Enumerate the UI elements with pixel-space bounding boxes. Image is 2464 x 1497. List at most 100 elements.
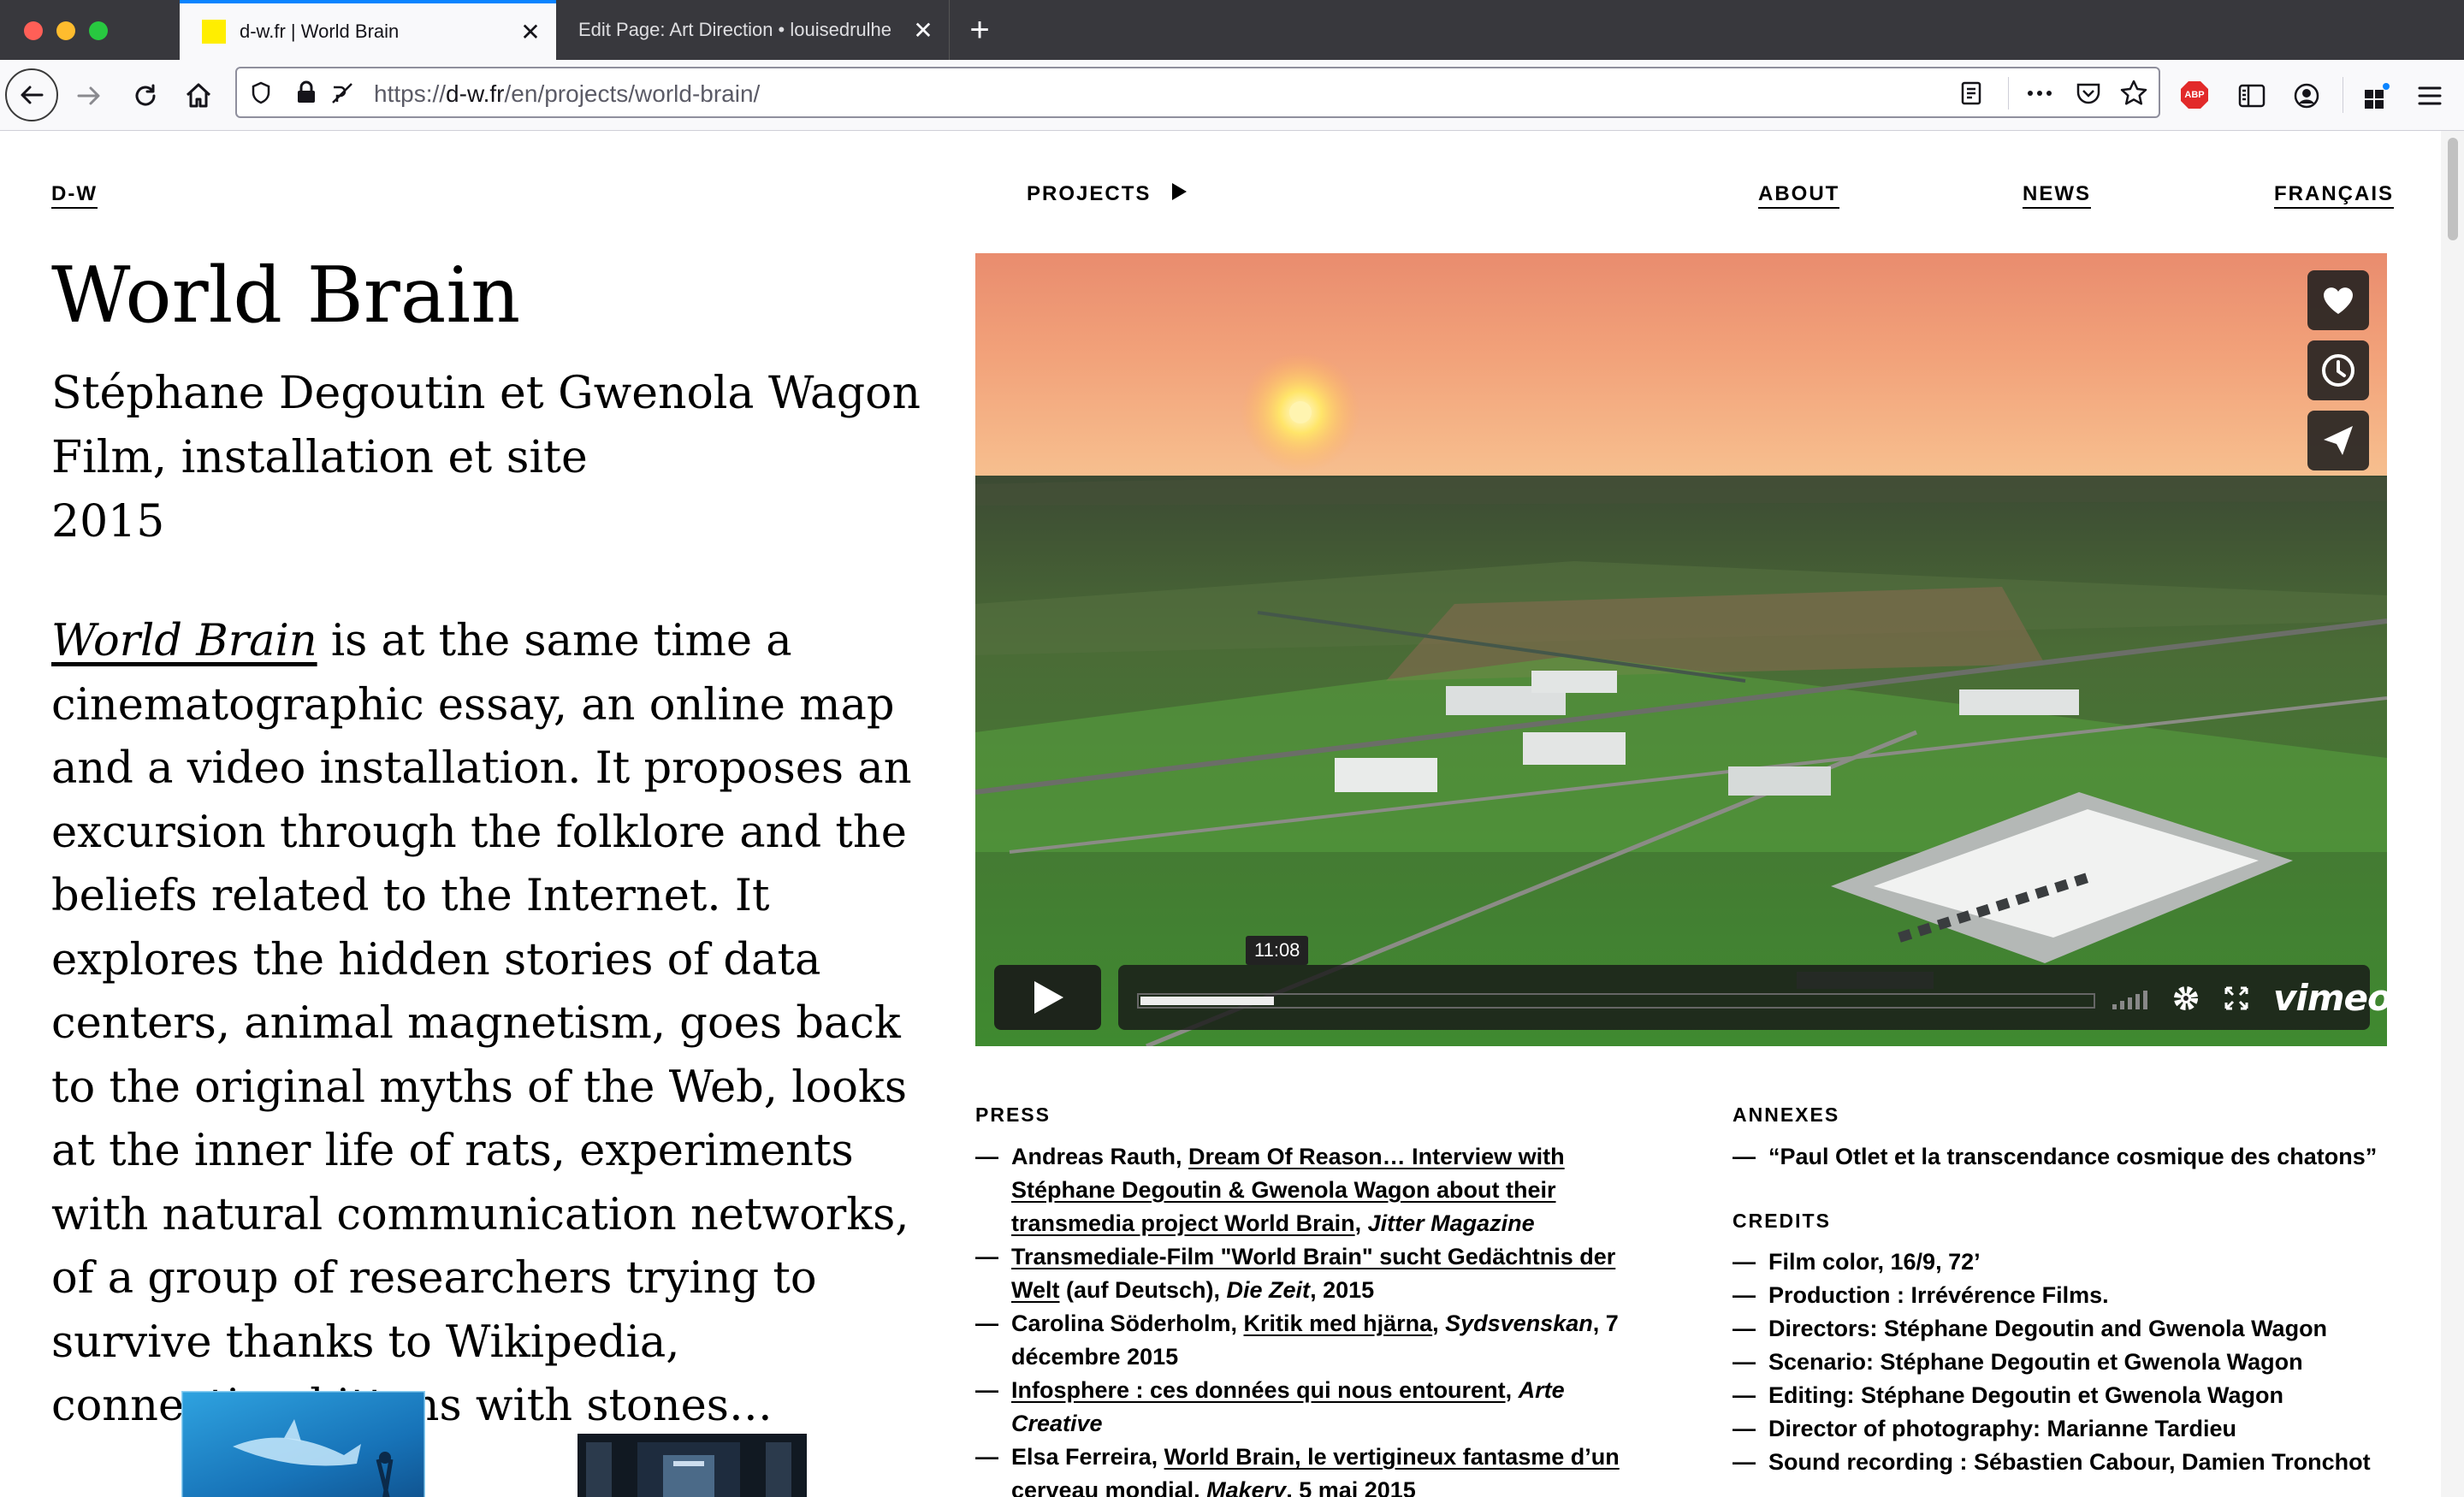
- annexes-heading: ANNEXES: [1732, 1104, 1840, 1126]
- site-favicon-icon: [202, 20, 226, 44]
- new-tab-button[interactable]: +: [958, 9, 1001, 51]
- url-divider: [2008, 77, 2009, 109]
- project-description: World Brain is at the same time a cinema…: [51, 610, 915, 1439]
- press-item: — Transmediale-Film "World Brain" sucht G…: [975, 1244, 1616, 1303]
- news-link[interactable]: NEWS: [2023, 182, 2091, 209]
- triangle-right-icon: [1172, 183, 1188, 200]
- progress-fill: [1140, 997, 1274, 1005]
- more-dots-icon[interactable]: [2025, 80, 2054, 106]
- maximize-window-button[interactable]: [89, 21, 108, 40]
- reload-icon: [135, 84, 156, 106]
- send-icon: [2324, 426, 2353, 455]
- press-item: — Carolina Söderholm, Kritik med hjärna, …: [975, 1311, 1619, 1370]
- video-frame-aerial-landscape: [975, 253, 2387, 1046]
- forward-button[interactable]: [70, 77, 108, 115]
- progress-bar[interactable]: [1137, 993, 2095, 1009]
- play-button[interactable]: [994, 965, 1101, 1030]
- page-content: D-W PROJECTS ABOUT NEWS FRANÇAIS World B…: [0, 131, 2441, 1497]
- tab-title: d-w.fr | World Brain: [240, 21, 400, 42]
- url-path: /en/projects/world-brain/: [504, 80, 761, 107]
- tab-edit-page[interactable]: Edit Page: Art Direction • louisedrulhe …: [556, 0, 950, 60]
- lock-icon[interactable]: [295, 80, 317, 104]
- navigation-toolbar: https://d-w.fr/en/projects/world-brain/ …: [0, 60, 2464, 131]
- site-logo-link[interactable]: D-W: [51, 182, 98, 209]
- about-link[interactable]: ABOUT: [1758, 182, 1840, 209]
- url-scheme: https://: [374, 80, 447, 107]
- extensions-button[interactable]: [2358, 79, 2396, 113]
- volume-icon[interactable]: [2111, 987, 2153, 1011]
- adblock-label: ABP: [2184, 90, 2205, 100]
- reload-button[interactable]: [127, 77, 164, 115]
- project-year: 2015: [51, 496, 165, 547]
- minimize-window-button[interactable]: [56, 21, 75, 40]
- project-type: Film, installation et site: [51, 432, 588, 483]
- press-heading: PRESS: [975, 1104, 1051, 1126]
- play-icon: [1034, 981, 1063, 1014]
- app-menu-button[interactable]: [2411, 79, 2449, 113]
- project-meta: Stéphane Degoutin et Gwenola Wagon Film,…: [51, 362, 921, 554]
- heart-icon: [2324, 287, 2353, 314]
- press-article-link[interactable]: Kritik med hjärna: [1244, 1311, 1433, 1336]
- scrollbar-thumb[interactable]: [2448, 138, 2458, 240]
- share-button[interactable]: [2307, 411, 2369, 470]
- tab-title: Edit Page: Art Direction • louisedrulhe: [578, 19, 892, 40]
- url-text[interactable]: https://d-w.fr/en/projects/world-brain/: [374, 80, 760, 108]
- url-bar[interactable]: https://d-w.fr/en/projects/world-brain/: [235, 67, 2160, 118]
- press-list: — Andreas Rauth, Dream Of Reason… Intervi…: [975, 1140, 1626, 1497]
- home-icon: [186, 83, 211, 108]
- press-item: — Elsa Ferreira, World Brain, le vertigin…: [975, 1441, 1626, 1497]
- bookmark-star-icon[interactable]: [2119, 79, 2148, 108]
- page-scrollbar[interactable]: [2441, 131, 2464, 1497]
- page-title: World Brain: [51, 251, 521, 340]
- description-text: is at the same time a cinematographic es…: [51, 616, 912, 1431]
- projects-label: PROJECTS: [1027, 182, 1152, 205]
- back-button[interactable]: [5, 68, 58, 121]
- settings-gear-icon[interactable]: [2171, 984, 2200, 1013]
- sidebar-icon: [2238, 84, 2266, 108]
- credits-list: — Film color, 16/9, 72’ — Production : Irr…: [1732, 1246, 2408, 1479]
- credits-heading: CREDITS: [1732, 1210, 1831, 1232]
- project-thumbnail-image[interactable]: [578, 1434, 807, 1497]
- description-title-link[interactable]: World Brain: [51, 616, 317, 666]
- clock-icon: [2322, 354, 2354, 387]
- like-button[interactable]: [2307, 270, 2369, 330]
- permissions-icon[interactable]: [329, 80, 355, 106]
- tab-close-icon[interactable]: ✕: [906, 16, 940, 44]
- project-thumbnail-image[interactable]: [181, 1391, 425, 1497]
- vimeo-logo[interactable]: vimeo: [2273, 977, 2387, 1019]
- credit-item: — Director of photography: Marianne Tardi…: [1732, 1416, 2237, 1441]
- tab-world-brain[interactable]: d-w.fr | World Brain ✕: [180, 0, 556, 60]
- forward-arrow-icon: [77, 86, 100, 105]
- credit-item: — Production : Irrévérence Films.: [1732, 1282, 2109, 1308]
- video-player[interactable]: 11:08 vimeo: [975, 253, 2387, 1046]
- annex-item[interactable]: — “Paul Otlet et la transcendance cosmiqu…: [1732, 1140, 2408, 1174]
- home-button[interactable]: [180, 77, 217, 115]
- credit-item: — Editing: Stéphane Degoutin et Gwenola W…: [1732, 1382, 2283, 1408]
- annexes-list: — “Paul Otlet et la transcendance cosmiqu…: [1732, 1140, 2408, 1174]
- watch-later-button[interactable]: [2307, 340, 2369, 400]
- close-window-button[interactable]: [24, 21, 43, 40]
- thumbnail-corridor-drawing: [578, 1434, 807, 1497]
- press-item: — Andreas Rauth, Dream Of Reason… Intervi…: [975, 1144, 1565, 1236]
- account-button[interactable]: [2289, 79, 2324, 113]
- thumbnail-shark-drawing: [181, 1391, 425, 1497]
- press-article-link[interactable]: Infosphere : ces données qui nous entour…: [1011, 1377, 1506, 1403]
- pocket-icon[interactable]: [2075, 80, 2102, 106]
- tab-close-icon[interactable]: ✕: [513, 18, 548, 46]
- video-timecode-tooltip: 11:08: [1246, 936, 1309, 965]
- tab-strip: d-w.fr | World Brain ✕ Edit Page: Art Di…: [0, 0, 2464, 60]
- project-authors: Stéphane Degoutin et Gwenola Wagon: [51, 368, 921, 419]
- back-arrow-icon: [21, 86, 44, 104]
- sidebar-button[interactable]: [2235, 79, 2269, 113]
- reader-view-icon[interactable]: [1958, 80, 1984, 106]
- menu-icon: [2418, 86, 2442, 105]
- language-switch-link[interactable]: FRANÇAIS: [2274, 182, 2394, 209]
- credit-item: — Film color, 16/9, 72’: [1732, 1249, 1981, 1275]
- adblock-button[interactable]: ABP: [2180, 80, 2209, 109]
- projects-menu-link[interactable]: PROJECTS: [1027, 182, 1188, 206]
- press-item: — Infosphere : ces données qui nous entou…: [975, 1377, 1565, 1436]
- shield-icon[interactable]: [249, 80, 273, 104]
- url-domain: d-w.fr: [446, 80, 505, 107]
- account-icon: [2294, 83, 2319, 109]
- fullscreen-icon[interactable]: [2224, 985, 2249, 1011]
